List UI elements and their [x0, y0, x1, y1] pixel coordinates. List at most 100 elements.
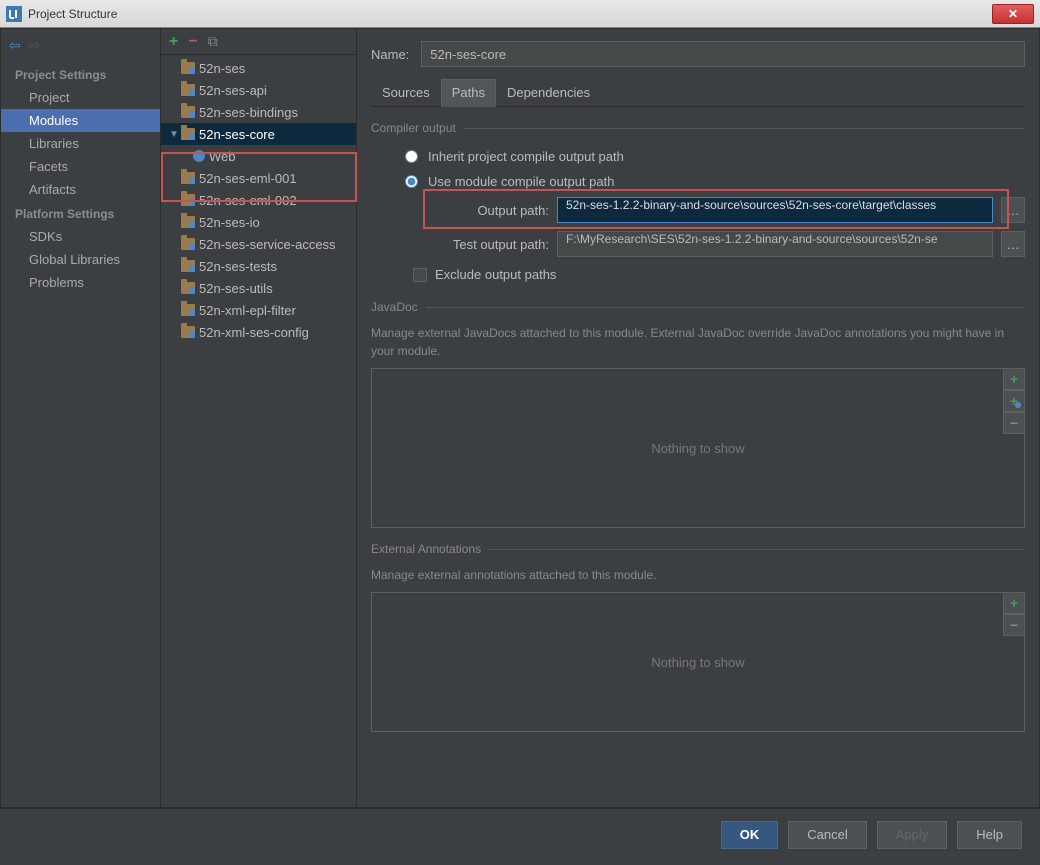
module-tabs: SourcesPathsDependencies — [371, 79, 1025, 107]
close-button[interactable]: ✕ — [992, 4, 1034, 24]
tree-item-label: Web — [209, 149, 236, 164]
tree-item-label: 52n-ses-core — [199, 127, 275, 142]
tree-item-label: 52n-xml-ses-config — [199, 325, 309, 340]
tree-item-label: 52n-ses-eml-001 — [199, 171, 297, 186]
tree-item-label: 52n-ses — [199, 61, 245, 76]
cancel-button[interactable]: Cancel — [788, 821, 866, 849]
sidebar-item-global-libraries[interactable]: Global Libraries — [1, 248, 160, 271]
annotations-remove-icon[interactable]: − — [1003, 614, 1025, 636]
tree-item-label: 52n-xml-epl-filter — [199, 303, 296, 318]
module-folder-icon — [181, 62, 195, 74]
javadoc-empty-text: Nothing to show — [651, 441, 744, 456]
module-folder-icon — [181, 238, 195, 250]
inherit-label: Inherit project compile output path — [428, 149, 624, 164]
remove-module-icon[interactable]: − — [188, 33, 197, 51]
javadoc-add-url-icon[interactable]: + — [1003, 390, 1025, 412]
web-facet-icon — [193, 150, 205, 162]
module-folder-icon — [181, 128, 195, 140]
javadoc-desc: Manage external JavaDocs attached to thi… — [371, 324, 1025, 360]
sidebar: ⇦ ⇨ Project SettingsProjectModulesLibrar… — [1, 29, 161, 807]
annotations-empty-text: Nothing to show — [651, 655, 744, 670]
tree-item[interactable]: 52n-ses-io — [161, 211, 356, 233]
sidebar-item-sdks[interactable]: SDKs — [1, 225, 160, 248]
tab-sources[interactable]: Sources — [371, 79, 441, 106]
module-tree-panel: + − ⧉ 52n-ses 52n-ses-api 52n-ses-bindings… — [161, 29, 357, 807]
sidebar-section-header: Platform Settings — [1, 201, 160, 225]
app-icon — [6, 6, 22, 22]
nav-back-icon[interactable]: ⇦ — [9, 37, 21, 53]
module-folder-icon — [181, 194, 195, 206]
module-folder-icon — [181, 84, 195, 96]
sidebar-item-artifacts[interactable]: Artifacts — [1, 178, 160, 201]
window-title: Project Structure — [28, 7, 990, 21]
javadoc-add-icon[interactable]: + — [1003, 368, 1025, 390]
use-module-radio[interactable] — [405, 175, 418, 188]
test-output-path-input[interactable]: F:\MyResearch\SES\52n-ses-1.2.2-binary-a… — [557, 231, 993, 257]
module-folder-icon — [181, 282, 195, 294]
output-path-label: Output path: — [429, 203, 549, 218]
module-folder-icon — [181, 172, 195, 184]
dialog-footer: OK Cancel Apply Help — [0, 808, 1040, 860]
tree-item[interactable]: 52n-ses-service-access — [161, 233, 356, 255]
nav-forward-icon[interactable]: ⇨ — [28, 37, 40, 53]
module-tree[interactable]: 52n-ses 52n-ses-api 52n-ses-bindings ▼ 52n-s… — [161, 55, 356, 807]
tree-item-label: 52n-ses-eml-002 — [199, 193, 297, 208]
annotations-list: Nothing to show + − — [371, 592, 1025, 732]
tree-item-label: 52n-ses-io — [199, 215, 260, 230]
tab-dependencies[interactable]: Dependencies — [496, 79, 601, 106]
annotations-legend: External Annotations — [371, 542, 489, 556]
tree-item[interactable]: Web — [161, 145, 356, 167]
javadoc-fieldset: JavaDoc Manage external JavaDocs attache… — [371, 300, 1025, 528]
annotations-add-icon[interactable]: + — [1003, 592, 1025, 614]
sidebar-item-problems[interactable]: Problems — [1, 271, 160, 294]
tree-item-label: 52n-ses-api — [199, 83, 267, 98]
test-output-path-browse-button[interactable]: … — [1001, 231, 1025, 257]
tree-item[interactable]: ▼ 52n-ses-core — [161, 123, 356, 145]
sidebar-item-facets[interactable]: Facets — [1, 155, 160, 178]
exclude-label: Exclude output paths — [435, 267, 556, 282]
help-button[interactable]: Help — [957, 821, 1022, 849]
tree-item[interactable]: 52n-ses-eml-001 — [161, 167, 356, 189]
sidebar-section-header: Project Settings — [1, 62, 160, 86]
tree-item-label: 52n-ses-tests — [199, 259, 277, 274]
tree-item-label: 52n-ses-utils — [199, 281, 273, 296]
module-folder-icon — [181, 304, 195, 316]
sidebar-item-project[interactable]: Project — [1, 86, 160, 109]
javadoc-remove-icon[interactable]: − — [1003, 412, 1025, 434]
tree-item[interactable]: 52n-ses-eml-002 — [161, 189, 356, 211]
module-name-input[interactable] — [421, 41, 1025, 67]
tree-item[interactable]: 52n-xml-ses-config — [161, 321, 356, 343]
add-module-icon[interactable]: + — [169, 33, 178, 51]
annotations-desc: Manage external annotations attached to … — [371, 566, 1025, 584]
test-output-path-label: Test output path: — [429, 237, 549, 252]
sidebar-item-libraries[interactable]: Libraries — [1, 132, 160, 155]
tree-item[interactable]: 52n-xml-epl-filter — [161, 299, 356, 321]
compiler-legend: Compiler output — [371, 121, 464, 135]
compiler-output-fieldset: Compiler output Inherit project compile … — [371, 121, 1025, 286]
module-folder-icon — [181, 216, 195, 228]
titlebar: Project Structure ✕ — [0, 0, 1040, 28]
sidebar-item-modules[interactable]: Modules — [1, 109, 160, 132]
tree-item[interactable]: 52n-ses-tests — [161, 255, 356, 277]
copy-module-icon[interactable]: ⧉ — [208, 33, 218, 50]
module-folder-icon — [181, 326, 195, 338]
tab-paths[interactable]: Paths — [441, 79, 496, 107]
exclude-checkbox[interactable] — [413, 268, 427, 282]
javadoc-list: Nothing to show + + − — [371, 368, 1025, 528]
apply-button[interactable]: Apply — [877, 821, 948, 849]
inherit-radio[interactable] — [405, 150, 418, 163]
javadoc-legend: JavaDoc — [371, 300, 426, 314]
annotations-fieldset: External Annotations Manage external ann… — [371, 542, 1025, 732]
use-module-label: Use module compile output path — [428, 174, 614, 189]
tree-item[interactable]: 52n-ses — [161, 57, 356, 79]
tree-item[interactable]: 52n-ses-api — [161, 79, 356, 101]
tree-item-label: 52n-ses-bindings — [199, 105, 298, 120]
tree-item[interactable]: 52n-ses-utils — [161, 277, 356, 299]
output-path-input[interactable]: 52n-ses-1.2.2-binary-and-source\sources\… — [557, 197, 993, 223]
chevron-down-icon[interactable]: ▼ — [169, 129, 181, 140]
ok-button[interactable]: OK — [721, 821, 779, 849]
tree-item[interactable]: 52n-ses-bindings — [161, 101, 356, 123]
output-path-browse-button[interactable]: … — [1001, 197, 1025, 223]
module-folder-icon — [181, 260, 195, 272]
name-label: Name: — [371, 47, 409, 62]
